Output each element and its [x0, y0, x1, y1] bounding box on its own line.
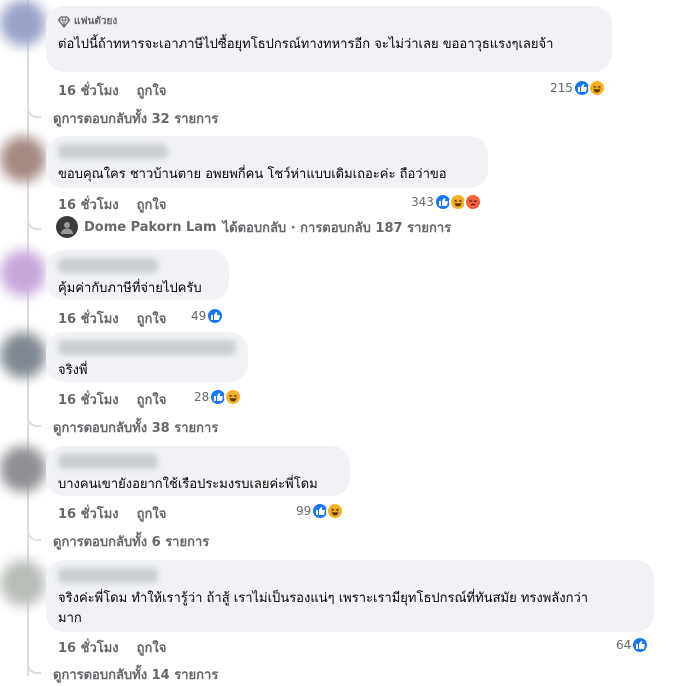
comment-actions: 16 ชั่วโมง ถูกใจ	[58, 389, 166, 410]
view-replies-link[interactable]: ดูการตอบกลับทั้ง 6 รายการ	[53, 531, 209, 552]
avatar[interactable]	[0, 332, 46, 378]
reaction-summary[interactable]: 215	[550, 79, 606, 97]
avatar[interactable]	[0, 250, 46, 296]
comment-bubble: บางคนเขายังอยากใช้เรือประมงรบเลยค่ะพี่โด…	[46, 446, 350, 496]
reaction-summary[interactable]: 49	[191, 307, 225, 325]
haha-reaction-icon	[224, 388, 243, 406]
reaction-count: 28	[194, 390, 210, 404]
comment-actions: 16 ชั่วโมง ถูกใจ	[58, 637, 166, 658]
comment-actions: 16 ชั่วโมง ถูกใจ	[58, 194, 166, 215]
like-button[interactable]: ถูกใจ	[137, 503, 167, 524]
author-name-redacted[interactable]	[58, 258, 158, 273]
comment-text: บางคนเขายังอยากใช้เรือประมงรบเลยค่ะพี่โด…	[58, 477, 318, 492]
avatar[interactable]	[0, 136, 46, 182]
view-replies-link[interactable]: ดูการตอบกลับทั้ง 38 รายการ	[53, 417, 218, 438]
timestamp[interactable]: 16 ชั่วโมง	[58, 637, 119, 658]
reaction-count: 215	[550, 81, 573, 95]
haha-reaction-icon	[587, 79, 606, 97]
comment-bubble: จริงพี่	[46, 332, 248, 382]
comment-actions: 16 ชั่วโมง ถูกใจ	[58, 80, 166, 101]
reaction-summary[interactable]: 28	[194, 388, 243, 406]
reply-summary-text: ได้ตอบกลับ · การตอบกลับ 187 รายการ	[222, 220, 452, 236]
comment-text: คุ้มค่ากับภาษีที่จ่ายไปครับ	[58, 281, 202, 296]
like-button[interactable]: ถูกใจ	[137, 194, 167, 215]
haha-reaction-icon	[326, 502, 345, 520]
reply-author-name: Dome Pakorn Lam	[84, 219, 217, 235]
timestamp[interactable]: 16 ชั่วโมง	[58, 308, 119, 329]
top-fan-badge: แฟนตัวยง	[58, 14, 600, 29]
reaction-count: 343	[411, 195, 434, 209]
badge-label: แฟนตัวยง	[74, 16, 118, 27]
like-button[interactable]: ถูกใจ	[137, 308, 167, 329]
thread-branch	[27, 662, 41, 674]
author-name-redacted[interactable]	[58, 568, 158, 583]
comment-bubble: คุ้มค่ากับภาษีที่จ่ายไปครับ	[46, 250, 229, 300]
avatar[interactable]	[0, 560, 46, 606]
view-replies-link[interactable]: ดูการตอบกลับทั้ง 32 รายการ	[53, 108, 218, 129]
avatar[interactable]	[0, 0, 46, 46]
thread-branch	[27, 415, 41, 427]
angry-reaction-icon	[463, 193, 482, 211]
comment-bubble: จริงค่ะพี่โดม ทำให้เรารู้ว่า ถ้าสู้ เราไ…	[46, 560, 654, 632]
reaction-count: 99	[296, 504, 312, 518]
reaction-count: 64	[616, 638, 632, 652]
like-button[interactable]: ถูกใจ	[137, 389, 167, 410]
reaction-summary[interactable]: 99	[296, 502, 345, 520]
like-reaction-icon	[206, 307, 225, 325]
timestamp[interactable]: 16 ชั่วโมง	[58, 80, 119, 101]
view-replies-link[interactable]: ดูการตอบกลับทั้ง 14 รายการ	[53, 664, 218, 685]
reaction-summary[interactable]: 64	[616, 636, 650, 654]
reply-summary[interactable]: Dome Pakorn Lam ได้ตอบกลับ · การตอบกลับ …	[56, 216, 451, 238]
comment-actions: 16 ชั่วโมง ถูกใจ	[58, 503, 166, 524]
thread-branch	[27, 218, 41, 230]
comment-text: จริงค่ะพี่โดม ทำให้เรารู้ว่า ถ้าสู้ เราไ…	[58, 591, 589, 626]
reply-author-avatar	[56, 216, 78, 238]
comment-text: ขอบคุณใคร ชาวบ้านตาย อพยพกี่คน โชว์ห่าแบ…	[58, 167, 447, 182]
diamond-icon	[58, 15, 70, 28]
like-button[interactable]: ถูกใจ	[137, 637, 167, 658]
timestamp[interactable]: 16 ชั่วโมง	[58, 503, 119, 524]
thread-branch	[27, 529, 41, 541]
timestamp[interactable]: 16 ชั่วโมง	[58, 194, 119, 215]
author-name-redacted[interactable]	[58, 144, 168, 159]
reaction-count: 49	[191, 309, 207, 323]
comment-bubble: ขอบคุณใคร ชาวบ้านตาย อพยพกี่คน โชว์ห่าแบ…	[46, 136, 488, 188]
like-button[interactable]: ถูกใจ	[137, 80, 167, 101]
reaction-summary[interactable]: 343	[411, 193, 482, 211]
comment-text: จริงพี่	[58, 363, 88, 378]
author-name-redacted[interactable]	[58, 340, 236, 355]
author-name-redacted[interactable]	[58, 454, 158, 469]
like-reaction-icon	[631, 636, 650, 654]
timestamp[interactable]: 16 ชั่วโมง	[58, 389, 119, 410]
comment-actions: 16 ชั่วโมง ถูกใจ	[58, 308, 166, 329]
avatar[interactable]	[0, 446, 46, 492]
thread-branch	[27, 106, 41, 118]
comment-bubble: แฟนตัวยง ต่อไปนี้ถ้าทหารจะเอาภาษีไปซื้อย…	[46, 6, 612, 72]
comment-text: ต่อไปนี้ถ้าทหารจะเอาภาษีไปซื้อยุทโธปกรณ์…	[58, 37, 554, 52]
